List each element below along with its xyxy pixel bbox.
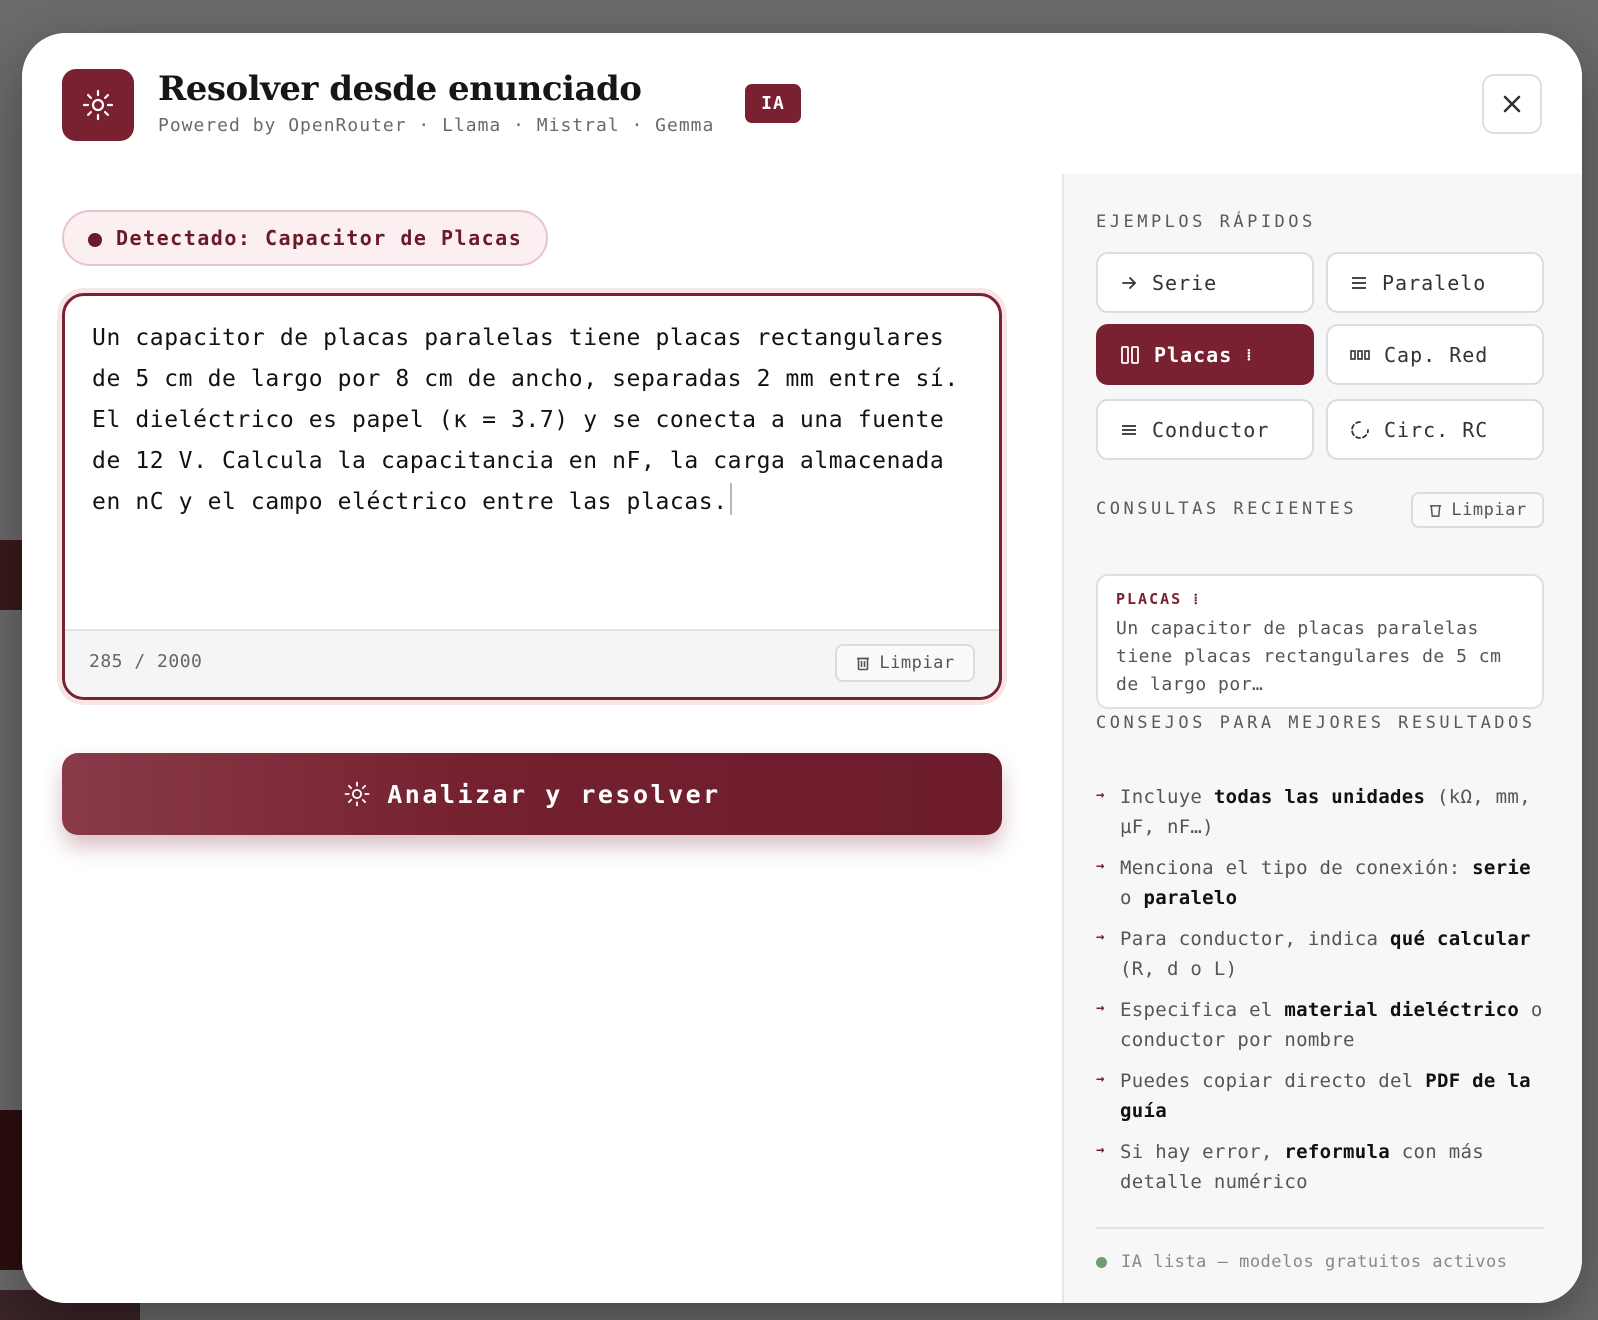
status-dot-icon	[1096, 1256, 1107, 1268]
ai-status-text: IA lista — modelos gratuitos activos	[1121, 1252, 1508, 1272]
tips-title: CONSEJOS PARA MEJORES RESULTADOS	[1096, 713, 1536, 733]
divider	[1096, 1227, 1544, 1229]
solver-dialog: Resolver desde enunciado Powered by Open…	[22, 33, 1582, 1303]
examples-title: EJEMPLOS RÁPIDOS	[1096, 212, 1316, 232]
input-panel: Detectado: Capacitor de Placas Un capaci…	[22, 174, 1062, 1303]
status-dot-icon	[88, 233, 102, 247]
tip-item: → Puedes copiar directo del PDF de la guí…	[1096, 1066, 1552, 1126]
selected-marker: ⁞	[1246, 344, 1253, 364]
problem-textarea[interactable]: Un capacitor de placas paralelas tiene p…	[62, 293, 1002, 700]
detected-type-badge: Detectado: Capacitor de Placas	[62, 210, 549, 266]
clear-text-label: Limpiar	[879, 653, 955, 673]
problem-text[interactable]: Un capacitor de placas paralelas tiene p…	[92, 318, 975, 523]
clear-recent-button[interactable]: Limpiar	[1411, 492, 1544, 528]
arrow-right-icon	[1122, 276, 1137, 289]
recent-query-card[interactable]: PLACAS ⁞ Un capacitor de placas paralela…	[1096, 574, 1544, 709]
dialog-subtitle: Powered by OpenRouter · Llama · Mistral …	[158, 115, 715, 136]
rc-circuit-icon	[1351, 420, 1369, 439]
example-circ-rc-button[interactable]: Circ. RC	[1326, 399, 1544, 460]
background-fragment	[0, 1110, 22, 1270]
text-caret	[729, 483, 732, 515]
analyze-label: Analizar y resolver	[387, 779, 721, 809]
analyze-button[interactable]: Analizar y resolver	[62, 753, 1002, 835]
arrow-right-icon: →	[1096, 1142, 1105, 1158]
char-count: 285 / 2000	[89, 651, 203, 672]
trash-icon	[1430, 504, 1442, 517]
example-placas-button[interactable]: Placas ⁞	[1096, 324, 1314, 385]
example-cap-red-button[interactable]: Cap. Red	[1326, 324, 1544, 385]
dialog-header: Resolver desde enunciado Powered by Open…	[22, 33, 1582, 176]
recent-query-tag: PLACAS ⁞	[1116, 590, 1201, 608]
tip-item: → Menciona el tipo de conexión: serie o p…	[1096, 853, 1552, 913]
ai-status: IA lista — modelos gratuitos activos	[1096, 1252, 1507, 1272]
arrow-right-icon: →	[1096, 858, 1105, 874]
recent-query-text: Un capacitor de placas paralelas tiene p…	[1116, 618, 1502, 695]
conductor-icon	[1122, 424, 1136, 435]
tip-item: → Si hay error, reformula con más detalle…	[1096, 1137, 1552, 1197]
tip-item: → Incluye todas las unidades (kΩ, mm, µF,…	[1096, 782, 1552, 842]
example-serie-button[interactable]: Serie	[1096, 252, 1314, 313]
close-button[interactable]	[1482, 74, 1542, 134]
background-fragment	[0, 540, 22, 610]
close-icon	[1503, 95, 1521, 113]
tips-list: → Incluye todas las unidades (kΩ, mm, µF,…	[1096, 782, 1552, 1208]
sidebar: EJEMPLOS RÁPIDOS Serie Paralelo Placas ⁞…	[1062, 174, 1582, 1303]
detected-label: Detectado: Capacitor de Placas	[116, 226, 523, 250]
parallel-lines-icon	[1352, 276, 1366, 289]
example-paralelo-button[interactable]: Paralelo	[1326, 252, 1544, 313]
sun-icon	[62, 69, 134, 141]
recent-title: CONSULTAS RECIENTES	[1096, 499, 1357, 519]
sun-icon	[344, 781, 370, 807]
arrow-right-icon: →	[1096, 1071, 1105, 1087]
trash-icon	[857, 657, 870, 671]
dialog-title: Resolver desde enunciado	[158, 69, 642, 109]
arrow-right-icon: →	[1096, 787, 1105, 803]
tip-item: → Especifica el material dieléctrico o co…	[1096, 995, 1552, 1055]
tip-item: → Para conductor, indica qué calcular (R,…	[1096, 924, 1552, 984]
clear-text-button[interactable]: Limpiar	[835, 644, 975, 682]
ia-badge: IA	[745, 84, 801, 123]
arrow-right-icon: →	[1096, 1000, 1105, 1016]
example-conductor-button[interactable]: Conductor	[1096, 399, 1314, 460]
editor-footer: 285 / 2000 Limpiar	[65, 629, 999, 697]
arrow-right-icon: →	[1096, 929, 1105, 945]
capacitor-network-icon	[1350, 349, 1370, 360]
plates-icon	[1121, 345, 1139, 364]
